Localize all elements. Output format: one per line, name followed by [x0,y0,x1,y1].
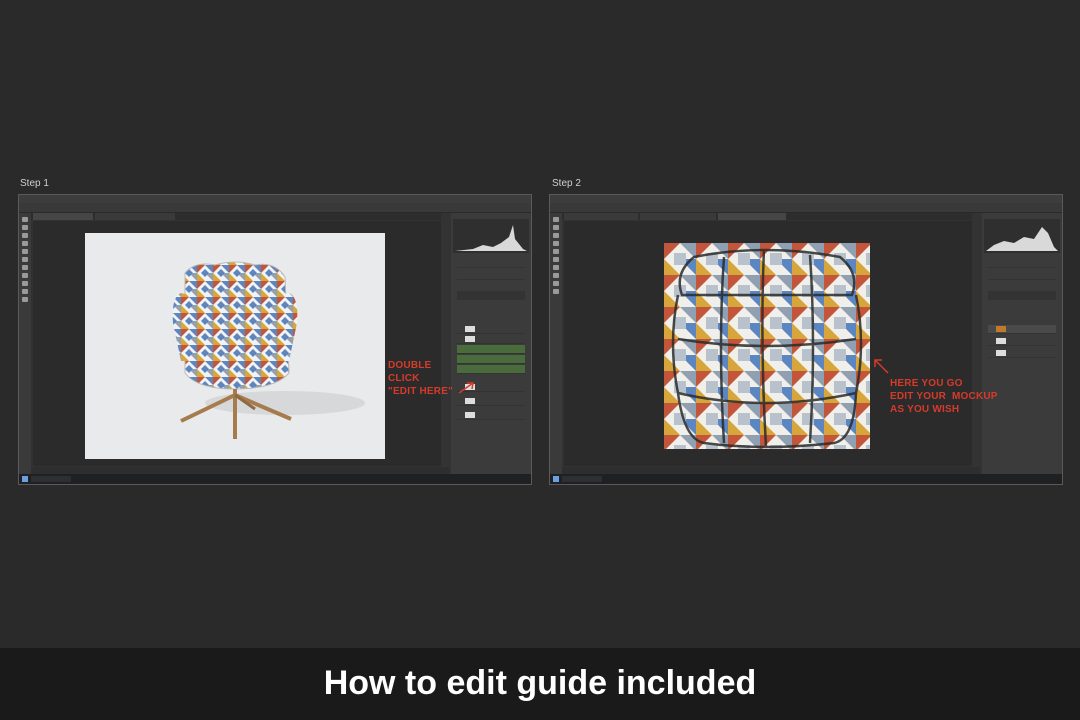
panel-icon-strip [972,213,982,474]
shape-tool-icon[interactable] [22,281,28,286]
lasso-tool-icon[interactable] [22,233,28,238]
tools-panel [550,213,562,474]
brush-tool-icon[interactable] [22,249,28,254]
chair-mockup-image [85,233,385,459]
search-icon[interactable] [31,476,71,482]
layer-row[interactable] [457,397,525,406]
brush-tool-icon[interactable] [553,249,559,254]
document-tab[interactable] [33,213,93,220]
canvas-area[interactable] [33,221,447,466]
hand-tool-icon[interactable] [22,289,28,294]
taskbar [550,474,1062,484]
step1-label: Step 1 [20,178,49,189]
search-icon[interactable] [562,476,602,482]
adjustments-panel [457,259,525,268]
status-bar [31,467,449,474]
step2-label: Step 2 [552,178,581,189]
layer-row[interactable] [457,411,525,420]
move-tool-icon[interactable] [553,217,559,222]
canvas-area[interactable] [564,221,978,466]
hand-tool-icon[interactable] [553,289,559,294]
arrow-icon [458,382,474,394]
taskbar [19,474,531,484]
step1-screenshot: DOUBLE CLICK "EDIT HERE" [18,194,532,485]
caption-text: How to edit guide included [323,664,757,702]
layer-row[interactable] [988,337,1056,346]
histogram-panel [984,219,1060,253]
histogram-panel [453,219,529,253]
text-tool-icon[interactable] [553,265,559,270]
document-tab[interactable] [95,213,175,220]
marquee-tool-icon[interactable] [22,225,28,230]
document-tabs [31,213,449,220]
right-panels [982,213,1062,474]
menu-bar [19,195,531,203]
windows-start-icon[interactable] [553,476,559,482]
tools-panel [19,213,31,474]
layers-panel-header [988,291,1056,300]
eraser-tool-icon[interactable] [22,257,28,262]
layer-row-selected[interactable] [988,325,1056,334]
shape-tool-icon[interactable] [553,281,559,286]
panel-icon-strip [441,213,451,474]
pen-tool-icon[interactable] [553,273,559,278]
layers-panel-header [457,291,525,300]
step2-screenshot: HERE YOU GO EDIT YOUR MOCKUP AS YOU WISH [549,194,1063,485]
layer-row[interactable] [457,335,525,344]
step2-annotation: HERE YOU GO EDIT YOUR MOCKUP AS YOU WISH [890,378,998,415]
crop-tool-icon[interactable] [22,241,28,246]
lasso-tool-icon[interactable] [553,233,559,238]
layer-row-selected[interactable] [457,355,525,364]
layer-row[interactable] [457,325,525,334]
document-tabs [562,213,980,220]
pen-tool-icon[interactable] [22,273,28,278]
adjustments-panel [988,259,1056,268]
document-tab[interactable] [640,213,716,220]
menu-bar [550,195,1062,203]
right-panels [451,213,531,474]
adjustments-panel [988,271,1056,280]
step1-annotation: DOUBLE CLICK "EDIT HERE" [388,360,454,397]
eraser-tool-icon[interactable] [553,257,559,262]
pattern-grid-image [664,243,870,449]
document-tab[interactable] [564,213,638,220]
layer-row-selected[interactable] [457,365,525,374]
options-bar [550,203,1062,219]
marquee-tool-icon[interactable] [553,225,559,230]
crop-tool-icon[interactable] [553,241,559,246]
text-tool-icon[interactable] [22,265,28,270]
arrow-icon [874,359,889,374]
status-bar [562,467,980,474]
layer-row[interactable] [988,349,1056,358]
windows-start-icon[interactable] [22,476,28,482]
options-bar [19,203,531,219]
move-tool-icon[interactable] [22,217,28,222]
layer-row-selected[interactable] [457,345,525,354]
zoom-tool-icon[interactable] [22,297,28,302]
adjustments-panel [457,271,525,280]
document-tab[interactable] [718,213,786,220]
